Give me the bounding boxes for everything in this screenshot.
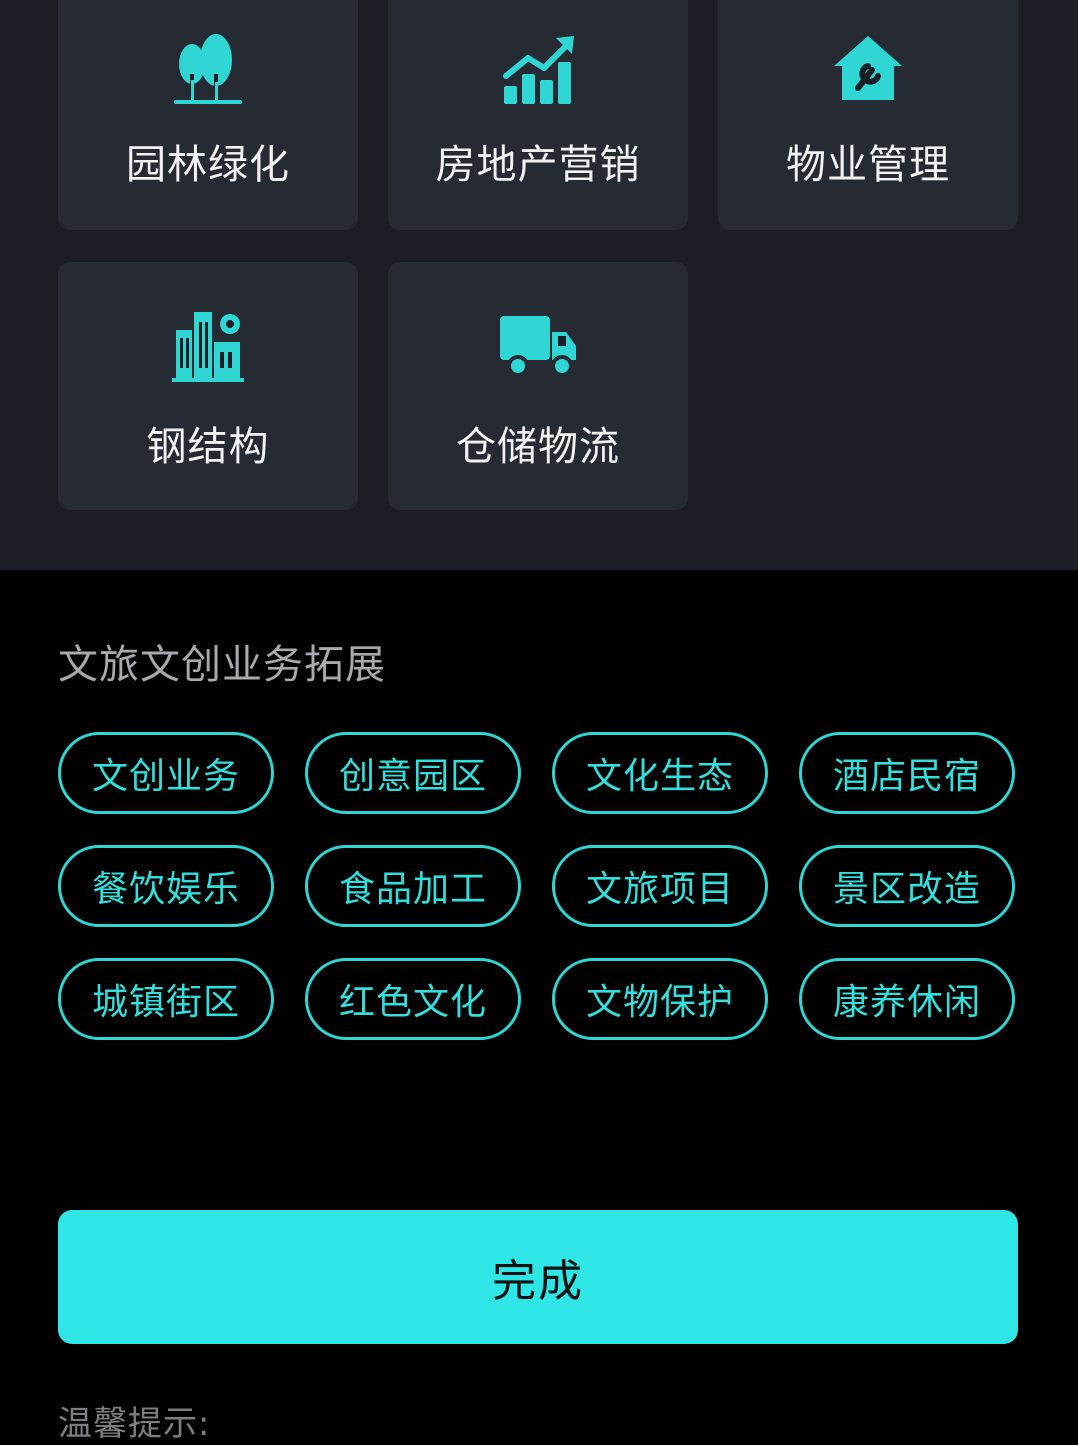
tag-option[interactable]: 城镇街区 <box>58 958 274 1040</box>
house-repair-icon <box>828 30 908 110</box>
done-button[interactable]: 完成 <box>58 1210 1018 1344</box>
trees-icon <box>168 30 248 110</box>
section-title: 文旅文创业务拓展 <box>58 642 386 688</box>
tag-option[interactable]: 红色文化 <box>305 958 521 1040</box>
tag-option[interactable]: 酒店民宿 <box>799 732 1015 814</box>
tag-option[interactable]: 文化生态 <box>552 732 768 814</box>
growth-chart-icon <box>498 30 578 110</box>
tag-option[interactable]: 康养休闲 <box>799 958 1015 1040</box>
card-label: 物业管理 <box>786 142 950 188</box>
card-label: 钢结构 <box>146 424 270 470</box>
category-panel: 园林绿化 房地产营销 物业管理 钢结构 仓储物流 <box>0 0 1078 570</box>
tag-option[interactable]: 文旅项目 <box>552 845 768 927</box>
card-label: 房地产营销 <box>435 142 641 188</box>
tag-option[interactable]: 文物保护 <box>552 958 768 1040</box>
category-card-steel-structure[interactable]: 钢结构 <box>58 262 358 510</box>
category-card-real-estate[interactable]: 房地产营销 <box>388 0 688 230</box>
tip-label: 温馨提示: <box>58 1404 211 1444</box>
tag-option[interactable]: 文创业务 <box>58 732 274 814</box>
card-label: 仓储物流 <box>456 424 620 470</box>
card-label: 园林绿化 <box>126 142 290 188</box>
category-card-logistics[interactable]: 仓储物流 <box>388 262 688 510</box>
building-gear-icon <box>168 306 248 386</box>
truck-icon <box>498 306 578 386</box>
tag-option[interactable]: 创意园区 <box>305 732 521 814</box>
category-card-landscaping[interactable]: 园林绿化 <box>58 0 358 230</box>
tag-option[interactable]: 餐饮娱乐 <box>58 845 274 927</box>
tag-option[interactable]: 食品加工 <box>305 845 521 927</box>
tag-option[interactable]: 景区改造 <box>799 845 1015 927</box>
category-card-property[interactable]: 物业管理 <box>718 0 1018 230</box>
